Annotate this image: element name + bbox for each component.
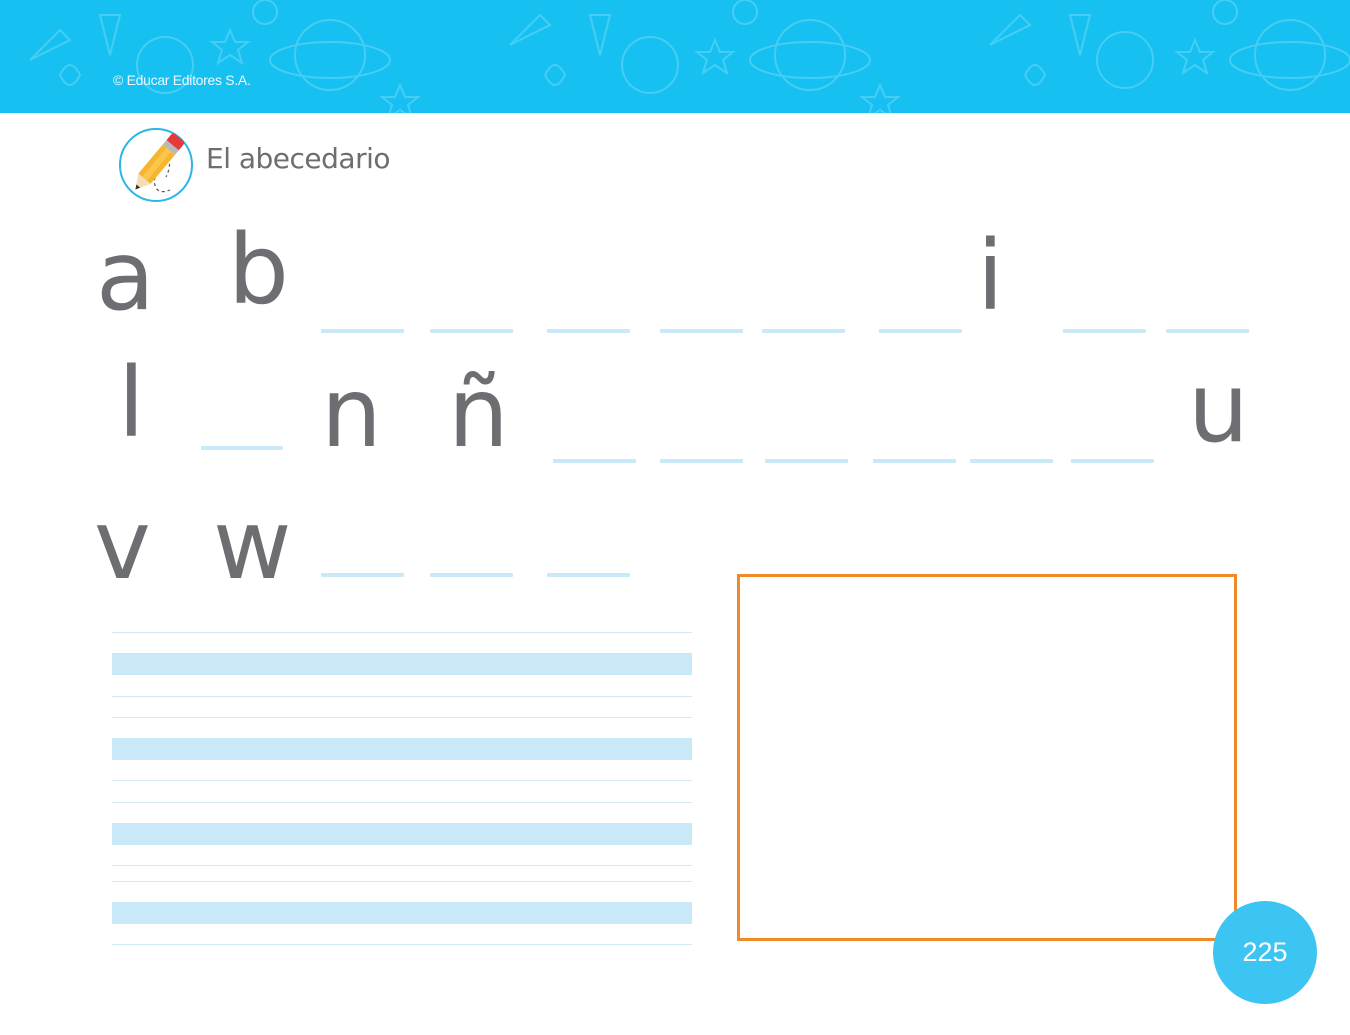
guide-line (112, 865, 692, 866)
letter-blank[interactable] (879, 329, 962, 333)
letter-w: w (213, 489, 292, 601)
drawing-box[interactable] (737, 574, 1237, 941)
letter-blank[interactable] (553, 459, 636, 463)
letter-blank[interactable] (765, 459, 848, 463)
letter-blank[interactable] (547, 329, 630, 333)
guide-line (112, 696, 692, 697)
guide-line (112, 802, 692, 803)
copyright-text: © Educar Editores S.A. (113, 72, 251, 88)
guide-band (112, 653, 692, 675)
guide-line (112, 632, 692, 633)
guide-line (112, 881, 692, 882)
letter-blank[interactable] (1071, 459, 1154, 463)
letter-blank[interactable] (430, 329, 513, 333)
letter-b: b (228, 214, 289, 326)
letter-l: l (118, 347, 145, 459)
guide-band (112, 738, 692, 760)
space-pattern-decoration (29, 0, 1350, 113)
handwriting-lines[interactable] (112, 630, 692, 950)
letter-blank[interactable] (660, 329, 743, 333)
letter-blank[interactable] (1166, 329, 1249, 333)
pencil-icon (119, 128, 193, 202)
letter-blank[interactable] (970, 459, 1053, 463)
letter-u: u (1188, 352, 1249, 464)
letter-v: v (94, 489, 151, 601)
guide-band (112, 823, 692, 845)
letter-blank[interactable] (1063, 329, 1146, 333)
page-number-badge: 225 (1213, 901, 1317, 1004)
letter-n: n (321, 357, 382, 469)
letter-n-tilde: ñ (448, 357, 509, 469)
guide-band (112, 902, 692, 924)
letter-blank[interactable] (660, 459, 743, 463)
header-banner: © Educar Editores S.A. (0, 0, 1350, 113)
section-title: El abecedario (206, 142, 391, 175)
guide-line (112, 944, 692, 945)
letter-i: i (977, 220, 1004, 332)
letter-blank[interactable] (321, 329, 404, 333)
letter-blank[interactable] (321, 573, 404, 577)
letter-blank[interactable] (201, 446, 283, 450)
letter-blank[interactable] (762, 329, 845, 333)
guide-line (112, 717, 692, 718)
letter-blank[interactable] (873, 459, 956, 463)
letter-blank[interactable] (547, 573, 630, 577)
letter-blank[interactable] (430, 573, 513, 577)
guide-line (112, 780, 692, 781)
letter-a: a (96, 220, 155, 332)
